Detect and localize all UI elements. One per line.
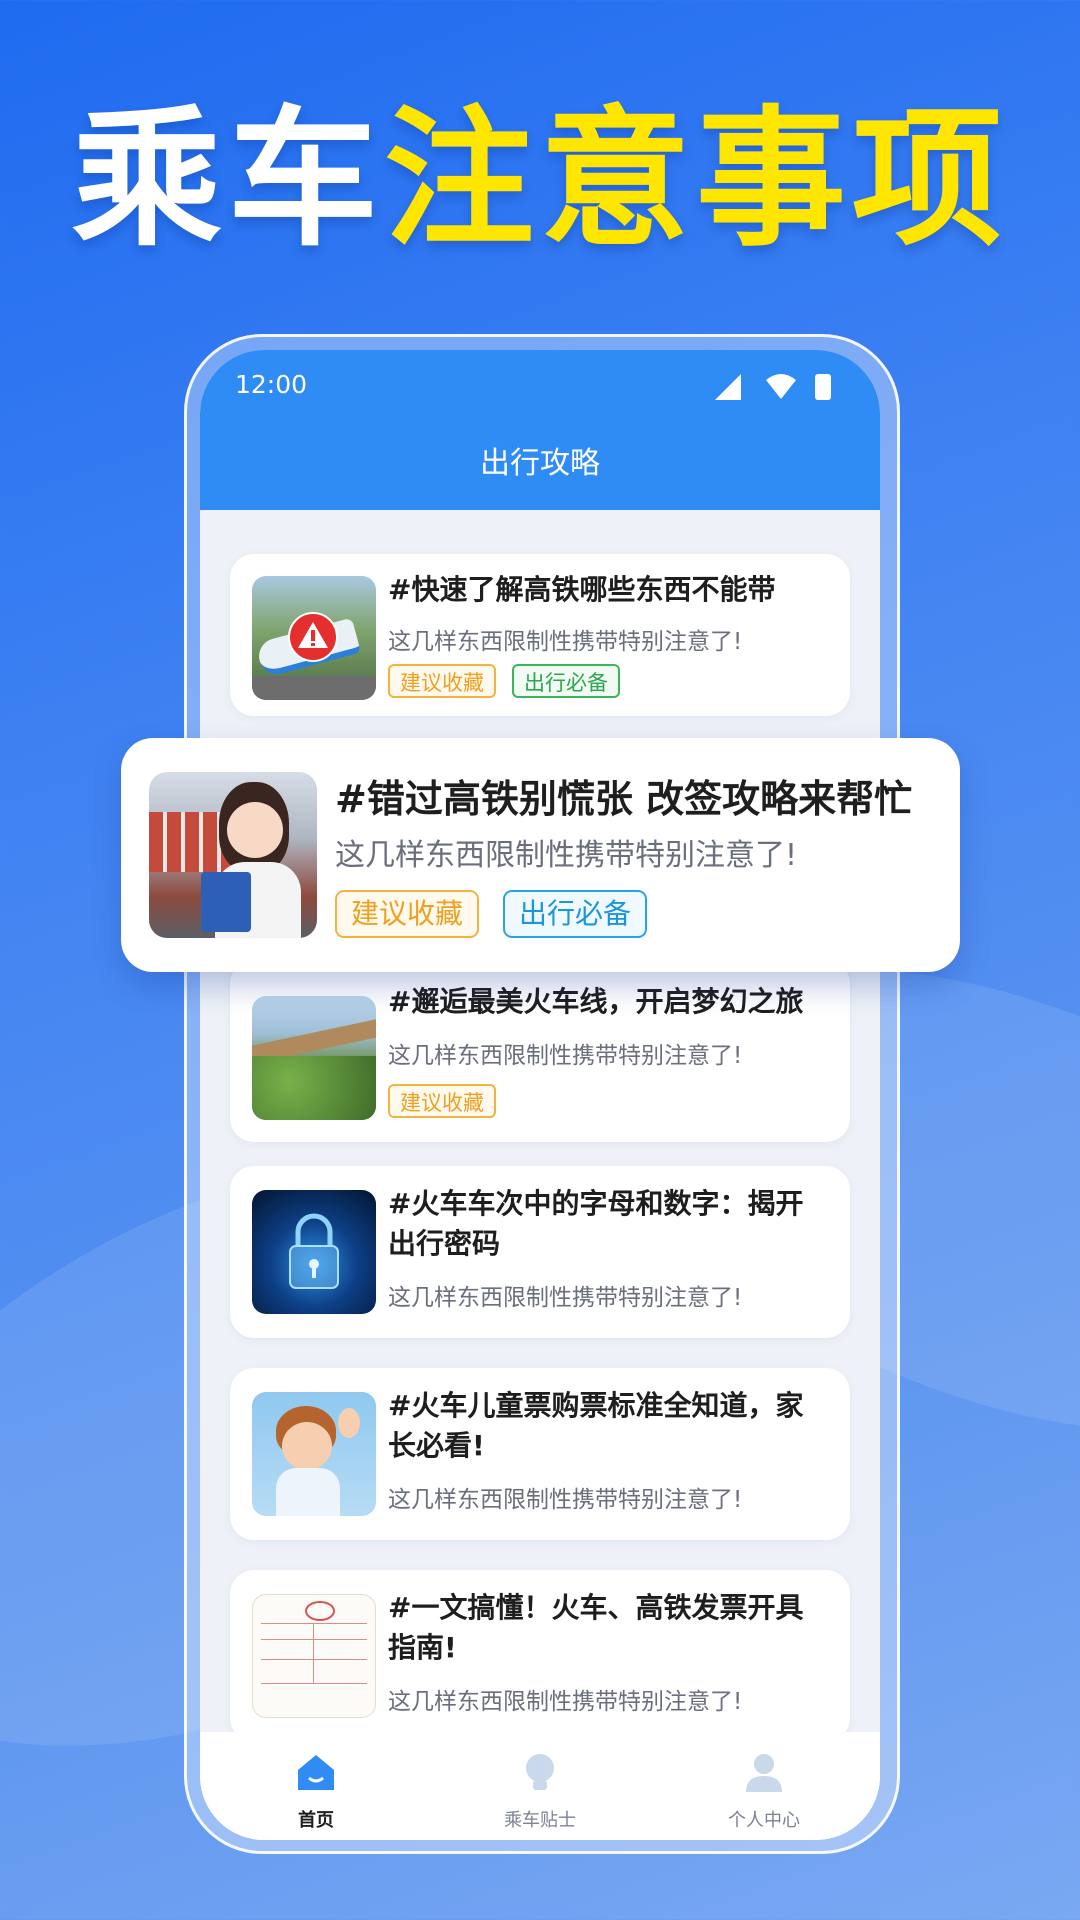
article-card[interactable]: #一文搞懂！火车、高铁发票开具指南! 这几样东西限制性携带特别注意了! — [230, 1570, 850, 1742]
phone-screen: 12:00 出行攻略 #快速了解高铁哪些东西不能带 这几样东西限制性携带特别注意… — [200, 350, 880, 1840]
article-title: #快速了解高铁哪些东西不能带 — [388, 573, 776, 606]
warning-icon — [288, 612, 338, 662]
house-icon — [298, 1755, 334, 1790]
tab-profile-label: 个人中心 — [728, 1810, 800, 1831]
article-thumbnail — [252, 1392, 376, 1516]
article-thumbnail — [252, 1594, 376, 1718]
lightbulb-icon — [526, 1754, 554, 1790]
tag-essential: 出行必备 — [503, 890, 648, 938]
status-time: 12:00 — [235, 370, 308, 399]
tag-bookmark: 建议收藏 — [335, 890, 480, 938]
featured-desc: 这几样东西限制性携带特别注意了! — [335, 838, 798, 873]
article-desc: 这几样东西限制性携带特别注意了! — [388, 1285, 743, 1311]
article-desc: 这几样东西限制性携带特别注意了! — [388, 1487, 743, 1513]
tag-essential: 出行必备 — [512, 664, 620, 698]
tab-tips-label: 乘车贴士 — [504, 1810, 576, 1831]
lock-icon — [289, 1213, 339, 1289]
bottom-tab-bar: 首页 乘车贴士 个人中心 — [200, 1732, 880, 1840]
battery-icon — [815, 374, 831, 400]
tag-bookmark: 建议收藏 — [388, 664, 496, 698]
tab-profile[interactable]: 个人中心 — [684, 1750, 844, 1832]
article-desc: 这几样东西限制性携带特别注意了! — [388, 1689, 743, 1715]
article-title: #一文搞懂！火车、高铁发票开具指南! — [388, 1591, 804, 1664]
article-card[interactable]: #邂逅最美火车线，开启梦幻之旅 这几样东西限制性携带特别注意了! 建议收藏 — [230, 960, 850, 1142]
tag-bookmark: 建议收藏 — [388, 1084, 496, 1118]
page-title: 出行攻略 — [480, 446, 600, 481]
article-desc: 这几样东西限制性携带特别注意了! — [388, 629, 743, 655]
article-card[interactable]: #快速了解高铁哪些东西不能带 这几样东西限制性携带特别注意了! 建议收藏 出行必… — [230, 554, 850, 716]
article-thumbnail — [252, 996, 376, 1120]
signal-icon — [715, 374, 741, 400]
headline-part-white: 乘车 — [71, 93, 384, 267]
article-card[interactable]: #火车车次中的字母和数字：揭开出行密码 这几样东西限制性携带特别注意了! — [230, 1166, 850, 1338]
person-icon — [746, 1754, 782, 1792]
headline-part-yellow: 注意事项 — [384, 93, 1009, 267]
article-title: #邂逅最美火车线，开启梦幻之旅 — [388, 985, 804, 1018]
article-title: #火车车次中的字母和数字：揭开出行密码 — [388, 1187, 804, 1260]
article-thumbnail — [252, 576, 376, 700]
featured-thumbnail — [149, 772, 317, 938]
article-desc: 这几样东西限制性携带特别注意了! — [388, 1043, 743, 1069]
tab-home-label: 首页 — [298, 1810, 334, 1831]
tab-tips[interactable]: 乘车贴士 — [460, 1750, 620, 1832]
headline: 乘车注意事项 — [0, 105, 1080, 255]
article-card[interactable]: #火车儿童票购票标准全知道，家长必看! 这几样东西限制性携带特别注意了! — [230, 1368, 850, 1540]
featured-article-card[interactable]: #错过高铁别慌张 改签攻略来帮忙 这几样东西限制性携带特别注意了! 建议收藏 出… — [121, 738, 960, 972]
wifi-icon — [766, 374, 796, 399]
tab-home[interactable]: 首页 — [236, 1750, 396, 1832]
status-icons — [715, 372, 845, 402]
article-thumbnail — [252, 1190, 376, 1314]
app-header: 12:00 出行攻略 — [200, 350, 880, 510]
article-title: #火车儿童票购票标准全知道，家长必看! — [388, 1389, 804, 1462]
featured-title: #错过高铁别慌张 改签攻略来帮忙 — [335, 777, 913, 821]
